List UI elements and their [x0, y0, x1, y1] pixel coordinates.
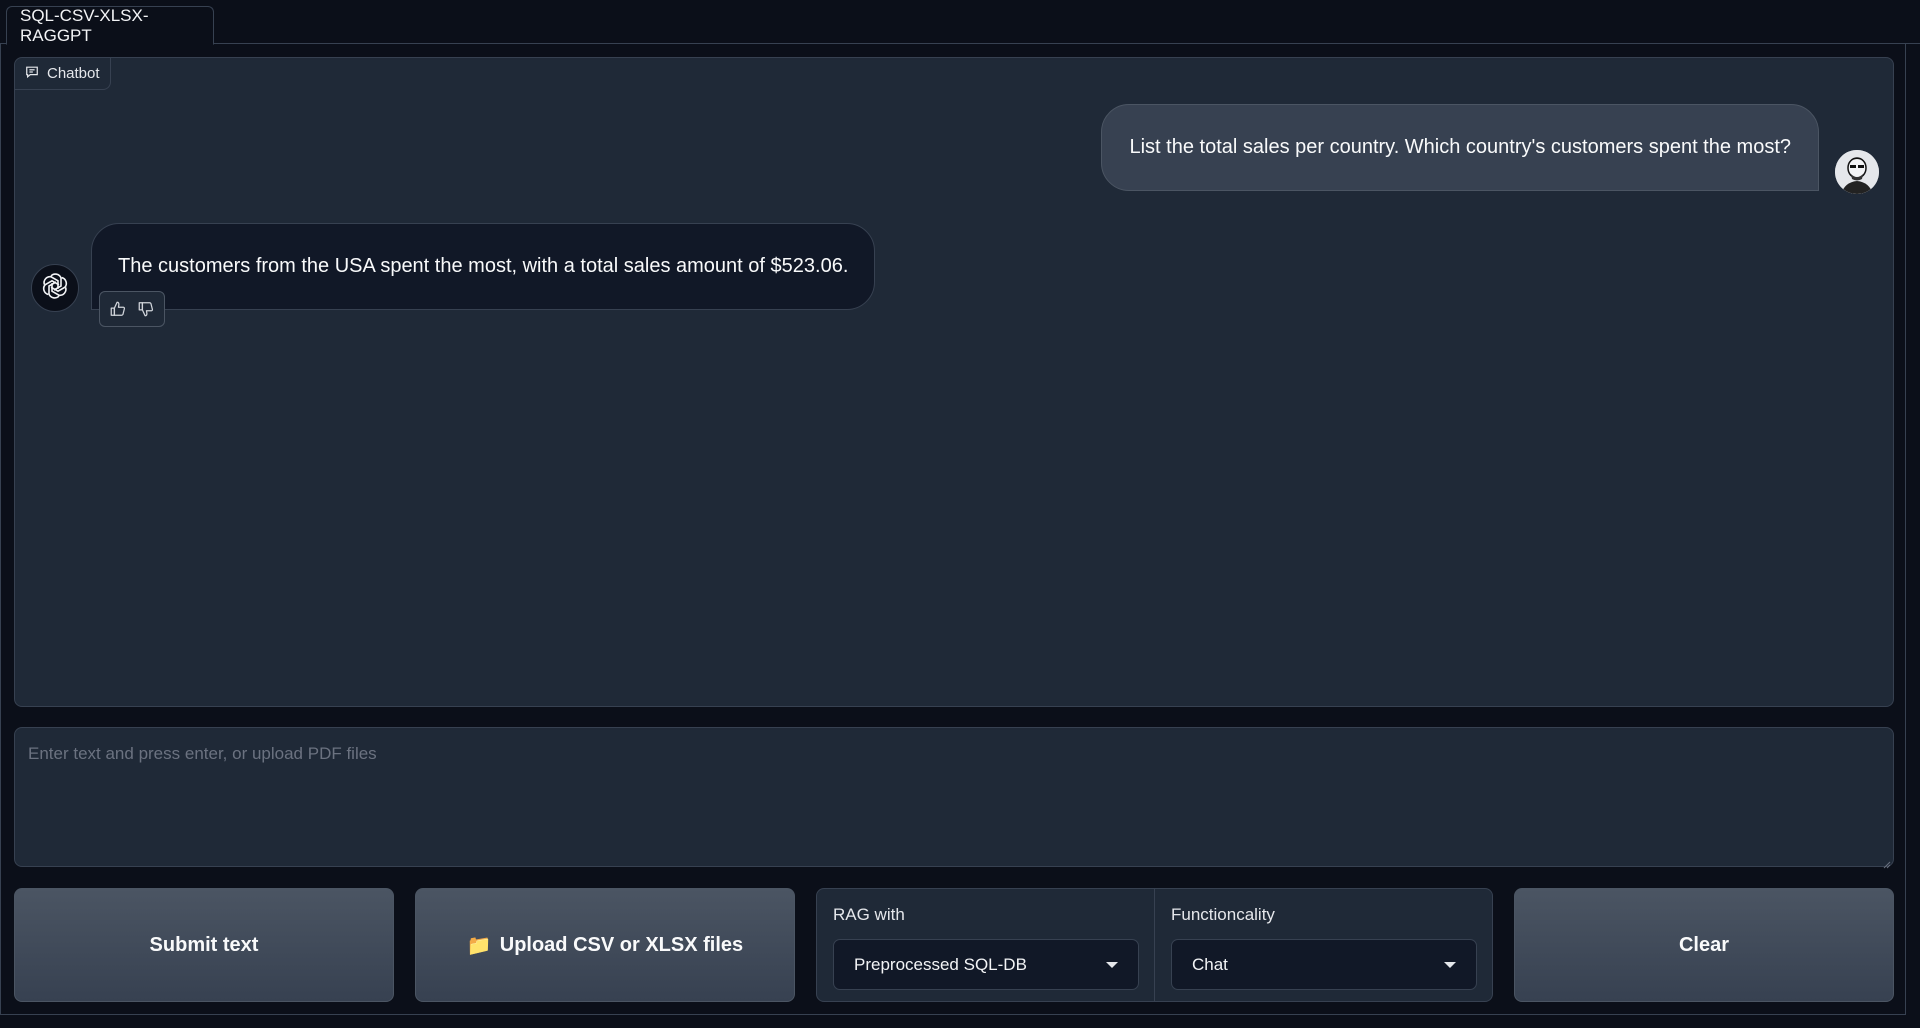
- thumbs-down-icon[interactable]: [136, 299, 156, 319]
- functionality-value: Chat: [1192, 954, 1228, 974]
- submit-text-label: Submit text: [149, 933, 259, 956]
- upload-files-label: Upload CSV or XLSX files: [499, 933, 744, 956]
- functionality-label: Functioncality: [1171, 905, 1275, 924]
- upload-files-button[interactable]: 📁 Upload CSV or XLSX files: [415, 888, 795, 1002]
- rag-with-dropdown[interactable]: Preprocessed SQL-DB: [833, 939, 1139, 990]
- rag-with-field: RAG with Preprocessed SQL-DB: [817, 889, 1155, 1001]
- caret-down-icon: [1444, 961, 1456, 968]
- clear-button[interactable]: Clear: [1514, 888, 1894, 1002]
- assistant-message-text: The customers from the USA spent the mos…: [118, 255, 849, 277]
- chatbot-label: Chatbot: [15, 58, 111, 90]
- feedback-buttons: [99, 291, 165, 327]
- message-input[interactable]: [15, 728, 1893, 866]
- caret-down-icon: [1106, 961, 1118, 968]
- chat-bubble-icon: [25, 65, 39, 83]
- functionality-field: Functioncality Chat: [1155, 889, 1493, 1001]
- clear-label: Clear: [1678, 933, 1730, 956]
- chatbot-panel: Chatbot List the total sales per country…: [14, 57, 1894, 707]
- functionality-dropdown[interactable]: Chat: [1171, 939, 1477, 990]
- thumbs-up-icon[interactable]: [108, 299, 128, 319]
- tab-sql-csv-xlsx-raggpt[interactable]: SQL-CSV-XLSX-RAGGPT: [6, 6, 214, 45]
- rag-with-label: RAG with: [833, 905, 905, 924]
- options-group: RAG with Preprocessed SQL-DB Functioncal…: [816, 888, 1493, 1002]
- user-message-text: List the total sales per country. Which …: [1129, 136, 1791, 158]
- assistant-avatar: [31, 264, 79, 312]
- assistant-message: The customers from the USA spent the mos…: [91, 223, 876, 310]
- submit-text-button[interactable]: Submit text: [14, 888, 394, 1002]
- chatbot-label-text: Chatbot: [47, 65, 100, 82]
- user-avatar: [1835, 150, 1879, 194]
- resize-handle-icon[interactable]: [1883, 856, 1891, 869]
- message-input-container: [14, 727, 1894, 869]
- tab-bar: SQL-CSV-XLSX-RAGGPT: [0, 0, 1920, 45]
- rag-with-value: Preprocessed SQL-DB: [854, 954, 1027, 974]
- folder-icon: 📁: [466, 934, 492, 957]
- user-message: List the total sales per country. Which …: [1101, 104, 1819, 191]
- openai-logo-icon: [39, 270, 71, 307]
